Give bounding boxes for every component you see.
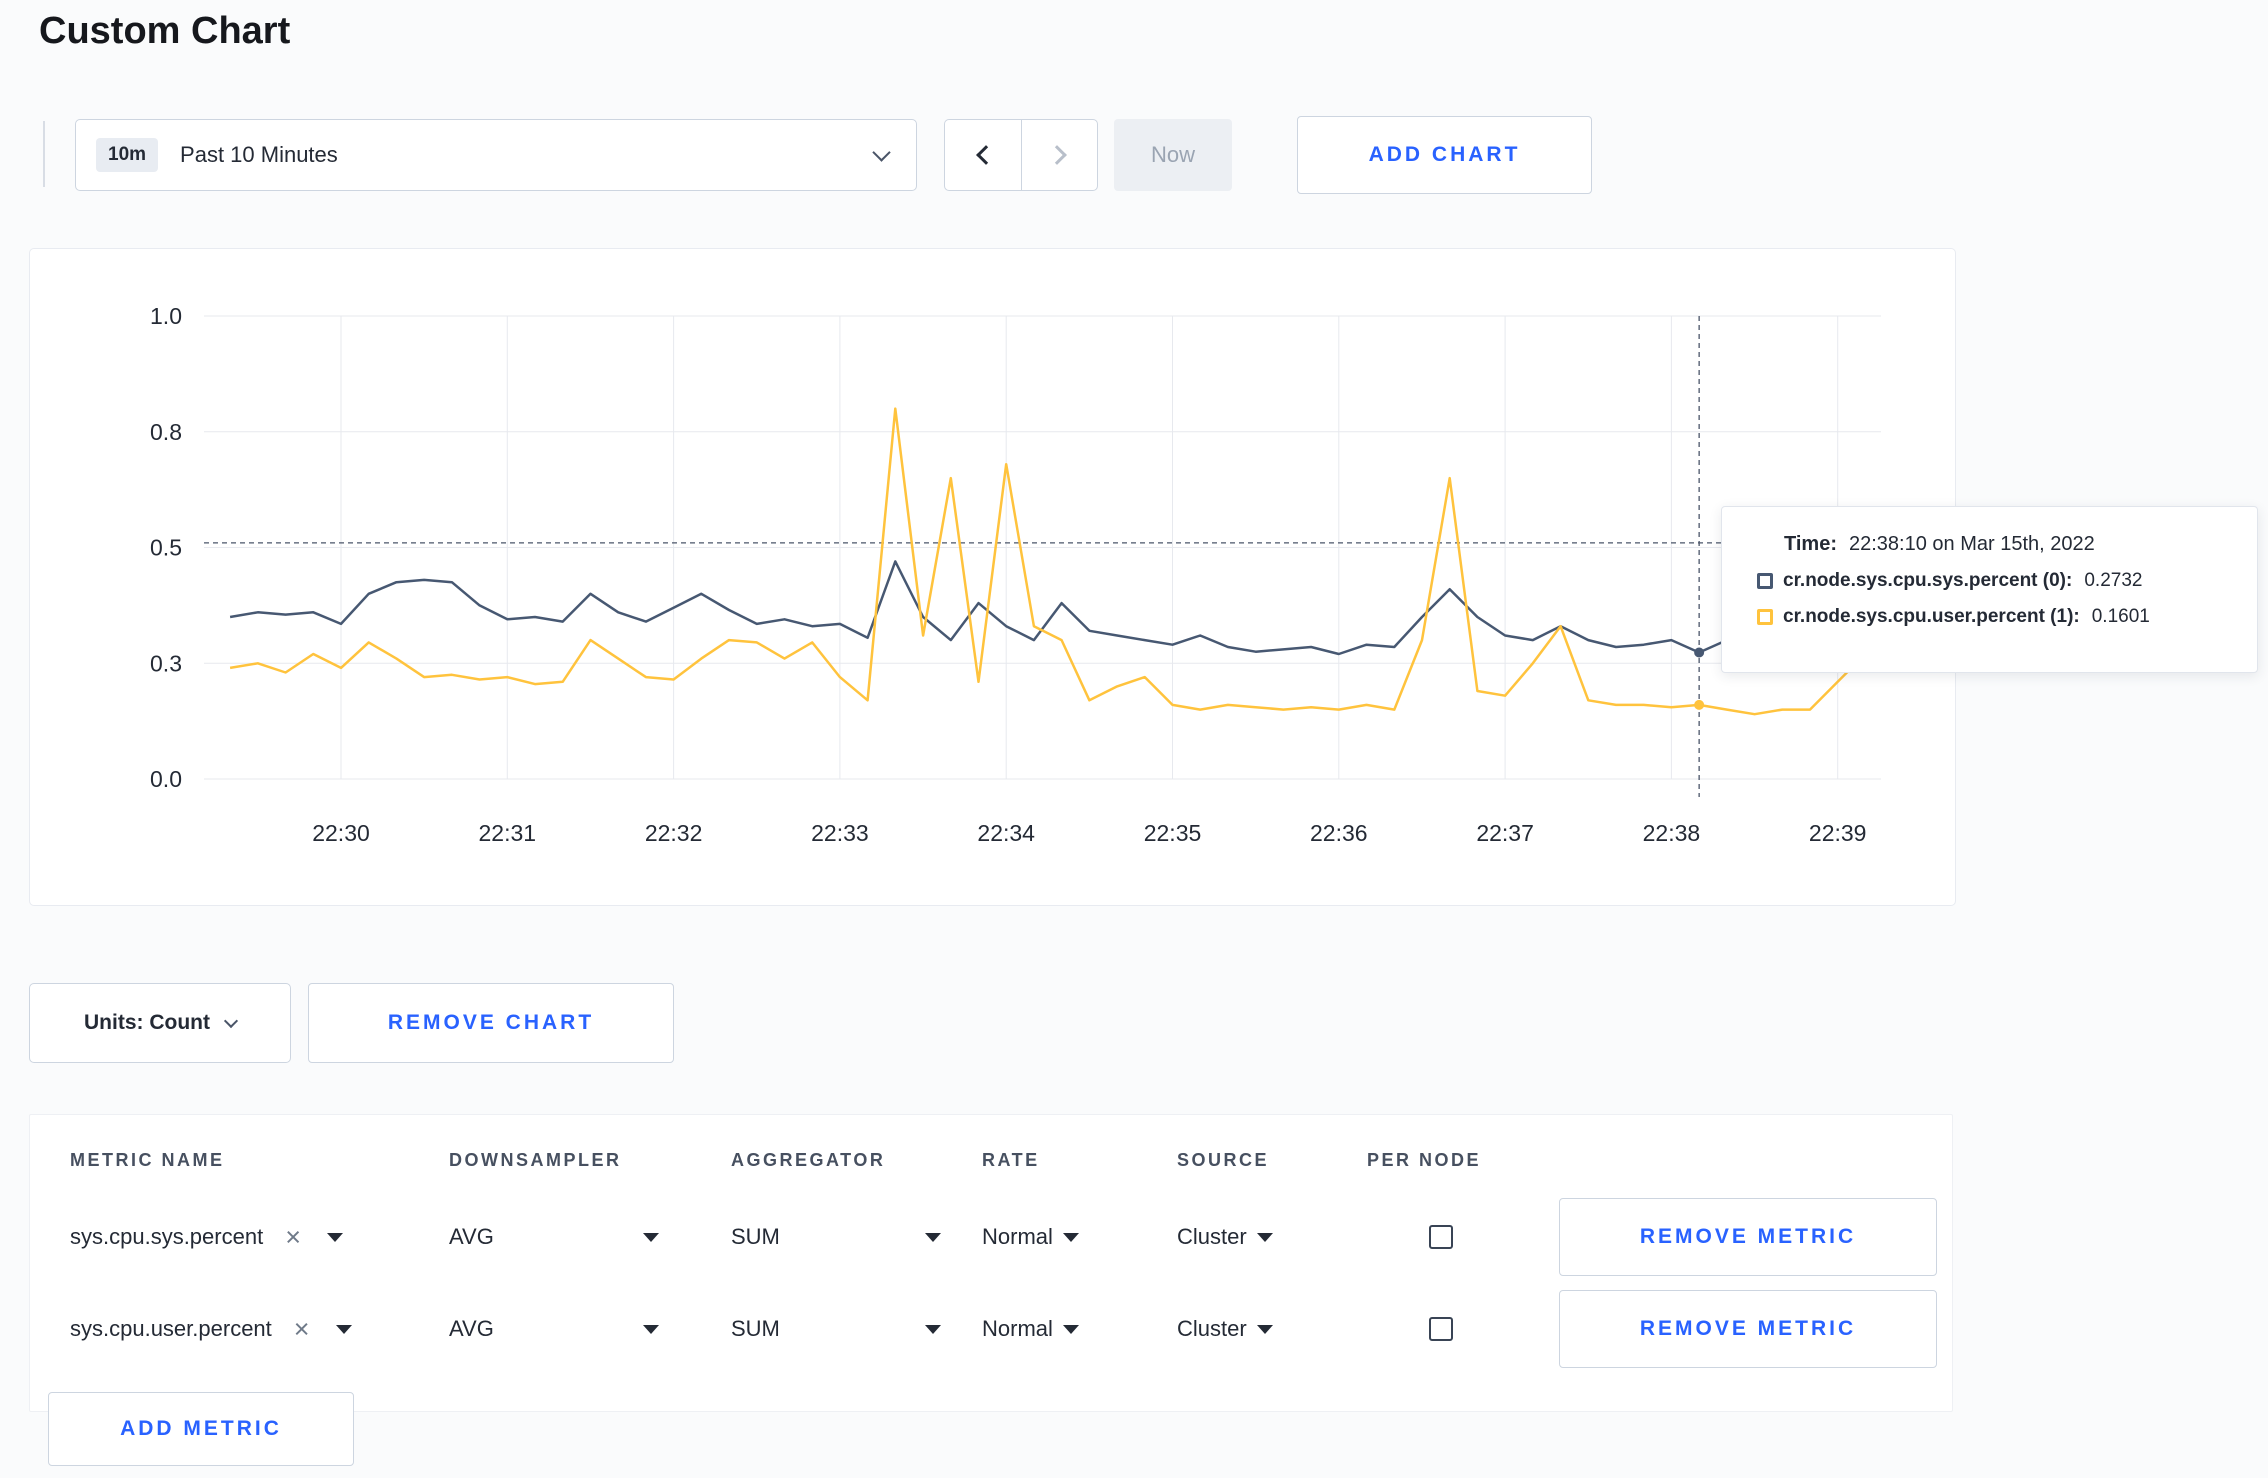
chevron-left-icon: [976, 145, 996, 165]
chevron-down-icon: [223, 1013, 239, 1028]
svg-text:22:39: 22:39: [1809, 820, 1867, 846]
col-header-per-node: PER NODE: [1367, 1149, 1482, 1170]
clear-metric-icon[interactable]: ×: [294, 1315, 310, 1343]
tooltip-time: Time: 22:38:10 on Mar 15th, 2022: [1784, 533, 2233, 556]
metric-row: sys.cpu.user.percent × AVG SUM Normal Cl…: [70, 1283, 1952, 1375]
metrics-table-header: METRIC NAME DOWNSAMPLER AGGREGATOR RATE …: [70, 1129, 1952, 1191]
timeseries-chart[interactable]: 0.0 0.3 0.5 0.8 1.0 22:30 22:31 22:32 22:33 22:34…: [30, 249, 1957, 907]
time-range-select[interactable]: 10m Past 10 Minutes: [75, 119, 917, 191]
units-select[interactable]: Units: Count: [29, 983, 291, 1063]
svg-text:22:31: 22:31: [479, 820, 537, 846]
caret-down-icon: [925, 1232, 941, 1242]
clear-metric-icon[interactable]: ×: [285, 1223, 301, 1251]
time-prev-button[interactable]: [944, 119, 1021, 191]
tooltip-series-row: cr.node.sys.cpu.sys.percent (0): 0.2732: [1757, 570, 2233, 592]
tooltip-series-label: cr.node.sys.cpu.sys.percent (0):: [1783, 570, 2073, 591]
svg-text:0.5: 0.5: [150, 535, 182, 561]
metric-name: sys.cpu.user.percent: [70, 1316, 272, 1341]
col-header-metric-name: METRIC NAME: [70, 1149, 225, 1170]
chevron-down-icon: [872, 142, 891, 162]
metric-rows: sys.cpu.sys.percent × AVG SUM Normal Clu…: [70, 1191, 1952, 1375]
time-range-badge: 10m: [96, 138, 159, 172]
rate-select[interactable]: Normal: [982, 1316, 1177, 1342]
caret-down-icon: [1062, 1324, 1079, 1334]
metrics-table: METRIC NAME DOWNSAMPLER AGGREGATOR RATE …: [29, 1114, 1953, 1412]
rate-value: Normal: [982, 1316, 1053, 1341]
caret-down-icon: [643, 1232, 659, 1242]
col-header-source: SOURCE: [1177, 1149, 1270, 1170]
per-node-checkbox[interactable]: [1429, 1225, 1453, 1249]
downsampler-value: AVG: [449, 1224, 494, 1249]
aggregator-value: SUM: [731, 1224, 780, 1249]
caret-down-icon: [1256, 1324, 1273, 1334]
svg-text:0.3: 0.3: [150, 650, 182, 676]
svg-text:22:30: 22:30: [312, 820, 370, 846]
col-header-aggregator: AGGREGATOR: [731, 1149, 886, 1170]
add-chart-button[interactable]: ADD CHART: [1297, 116, 1592, 194]
svg-text:22:33: 22:33: [811, 820, 869, 846]
col-header-downsampler: DOWNSAMPLER: [449, 1149, 622, 1170]
time-next-button[interactable]: [1021, 119, 1098, 191]
remove-metric-button[interactable]: REMOVE METRIC: [1559, 1198, 1937, 1276]
tooltip-series-value: 0.2732: [2084, 570, 2143, 591]
source-select[interactable]: Cluster: [1177, 1316, 1367, 1342]
tooltip-series-label: cr.node.sys.cpu.user.percent (1):: [1783, 606, 2080, 627]
aggregator-select[interactable]: SUM: [731, 1224, 941, 1250]
aggregator-value: SUM: [731, 1316, 780, 1341]
caret-down-icon: [335, 1324, 352, 1334]
series-sys-swatch-icon: [1757, 573, 1773, 589]
svg-text:22:32: 22:32: [645, 820, 703, 846]
svg-text:22:37: 22:37: [1476, 820, 1534, 846]
svg-text:0.0: 0.0: [150, 766, 182, 792]
tooltip-series-row: cr.node.sys.cpu.user.percent (1): 0.1601: [1757, 606, 2233, 628]
tooltip-time-label: Time:: [1784, 533, 1837, 555]
svg-text:22:35: 22:35: [1144, 820, 1202, 846]
aggregator-select[interactable]: SUM: [731, 1316, 941, 1342]
chevron-right-icon: [1046, 145, 1067, 165]
metric-name-select[interactable]: sys.cpu.user.percent ×: [70, 1315, 449, 1343]
svg-text:22:38: 22:38: [1643, 820, 1701, 846]
svg-text:0.8: 0.8: [150, 419, 182, 445]
toolbar-divider: [43, 121, 45, 187]
tooltip-time-value: 22:38:10 on Mar 15th, 2022: [1848, 533, 2095, 555]
rate-select[interactable]: Normal: [982, 1224, 1177, 1250]
now-button[interactable]: Now: [1114, 119, 1232, 191]
downsampler-value: AVG: [449, 1316, 494, 1341]
per-node-checkbox[interactable]: [1429, 1317, 1453, 1341]
source-value: Cluster: [1177, 1316, 1247, 1341]
rate-value: Normal: [982, 1224, 1053, 1249]
series-user-swatch-icon: [1757, 609, 1773, 625]
svg-text:1.0: 1.0: [150, 303, 182, 329]
caret-down-icon: [925, 1324, 941, 1334]
caret-down-icon: [326, 1232, 343, 1242]
units-label: Units: Count: [84, 1011, 210, 1034]
chart-tooltip: Time: 22:38:10 on Mar 15th, 2022 cr.node.…: [1721, 506, 2258, 673]
metric-name: sys.cpu.sys.percent: [70, 1224, 264, 1249]
metric-name-select[interactable]: sys.cpu.sys.percent ×: [70, 1223, 449, 1251]
col-header-rate: RATE: [982, 1149, 1040, 1170]
source-select[interactable]: Cluster: [1177, 1224, 1367, 1250]
tooltip-series-value: 0.1601: [2091, 606, 2150, 627]
downsampler-select[interactable]: AVG: [449, 1224, 659, 1250]
metric-row: sys.cpu.sys.percent × AVG SUM Normal Clu…: [70, 1191, 1952, 1283]
svg-text:22:36: 22:36: [1310, 820, 1368, 846]
add-metric-button[interactable]: ADD METRIC: [48, 1392, 354, 1466]
remove-metric-button[interactable]: REMOVE METRIC: [1559, 1290, 1937, 1368]
page-title: Custom Chart: [39, 10, 291, 52]
chart-card: 0.0 0.3 0.5 0.8 1.0 22:30 22:31 22:32 22:33 22:34…: [29, 248, 1956, 906]
downsampler-select[interactable]: AVG: [449, 1316, 659, 1342]
remove-chart-button[interactable]: REMOVE CHART: [308, 983, 674, 1063]
caret-down-icon: [1062, 1232, 1079, 1242]
time-range-label: Past 10 Minutes: [180, 142, 338, 167]
caret-down-icon: [1256, 1232, 1273, 1242]
time-nav-group: [944, 119, 1098, 191]
svg-text:22:34: 22:34: [977, 820, 1035, 846]
caret-down-icon: [643, 1324, 659, 1334]
source-value: Cluster: [1177, 1224, 1247, 1249]
